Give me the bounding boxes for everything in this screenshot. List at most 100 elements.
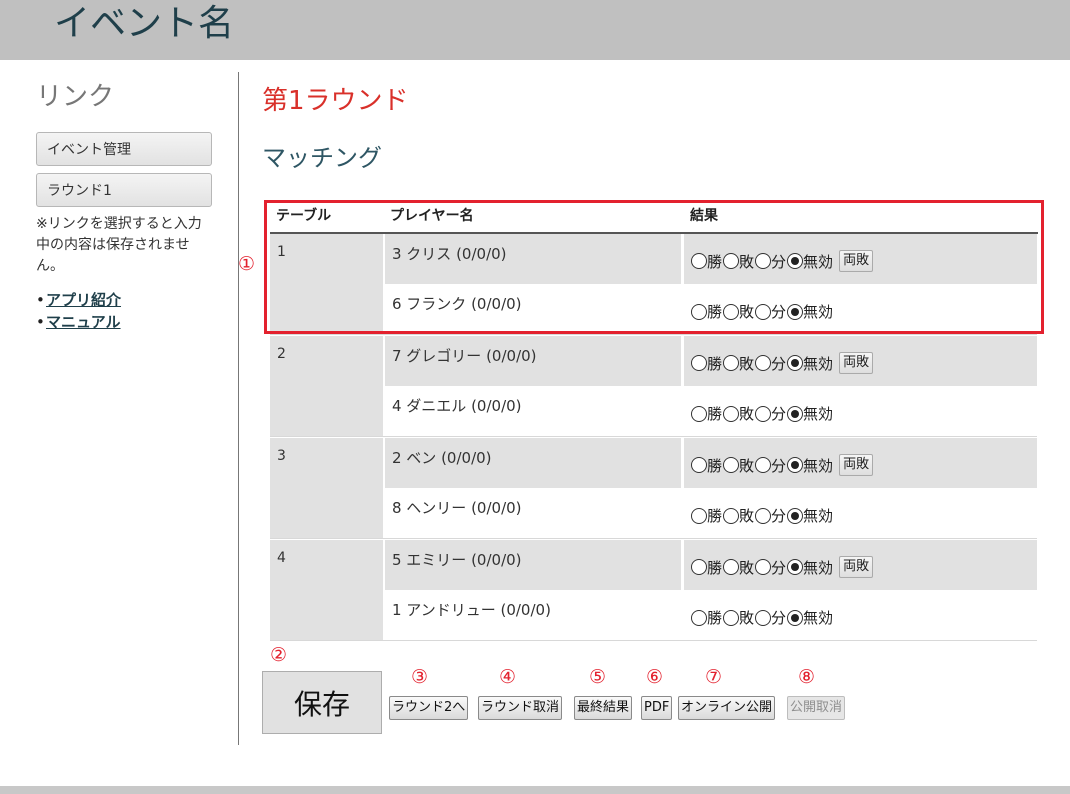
result-radio[interactable] [691,355,707,371]
result-radio[interactable] [723,507,740,524]
result-radio[interactable] [691,609,707,626]
pdf-button[interactable]: PDF [641,696,673,720]
result-radio[interactable] [691,559,707,575]
event-management-button[interactable]: イベント管理 [36,132,212,166]
save-button[interactable]: 保存 [262,671,382,734]
result-radio[interactable] [723,609,740,626]
result-radio[interactable] [723,355,740,371]
group-separator [270,334,1037,335]
player-name: 8 ヘンリー (0/0/0) [392,499,522,517]
round1-button[interactable]: ラウンド1 [36,173,212,207]
result-option-label: 無効 [803,609,834,627]
result-option-label: 勝 [707,456,723,475]
result-option-label: 勝 [707,558,723,577]
result-radio-group: 勝敗分無効 両敗 [690,352,874,374]
sidebar: リンク イベント管理 ラウンド1 ※リンクを選択すると入力中の内容は保存されませ… [36,80,216,333]
result-option-label: 分 [771,456,787,475]
bullet-icon: • [36,291,45,309]
result-radio[interactable] [787,507,804,524]
result-radio[interactable] [787,405,804,422]
result-radio-group: 勝敗分無効 両敗 [690,556,874,578]
result-option-label: 分 [771,609,787,627]
result-option-label: 敗 [739,609,755,627]
result-option-label: 敗 [739,354,755,373]
app-intro-link[interactable]: アプリ紹介 [46,291,121,309]
result-option-label: 分 [771,558,787,577]
annotation-marker-5: ⑤ [589,666,607,688]
list-item: • マニュアル [36,311,216,333]
result-radio[interactable] [755,457,772,473]
result-radio[interactable] [755,507,772,524]
sidebar-heading: リンク [36,82,115,112]
group-separator [270,640,1037,641]
annotation-marker-3: ③ [411,666,429,688]
result-radio[interactable] [755,559,772,575]
result-option-label: 敗 [739,456,755,475]
list-item: • アプリ紹介 [36,289,216,311]
result-radio[interactable] [755,405,772,422]
result-option-label: 敗 [739,405,755,423]
next-round-button[interactable]: ラウンド2へ [389,696,469,720]
result-radio[interactable] [755,355,772,371]
annotation-marker-7: ⑦ [705,666,723,688]
final-results-button[interactable]: 最終結果 [574,696,633,720]
result-option-label: 勝 [707,507,723,525]
unsaved-warning-note: ※リンクを選択すると入力中の内容は保存されません。 [36,216,202,274]
table-number: 4 [277,550,286,566]
player-name: 7 グレゴリー (0/0/0) [392,347,537,365]
matching-section-title: マッチング [262,144,382,172]
result-radio[interactable] [787,457,804,473]
annotation-highlight-box [264,200,1044,334]
result-radio[interactable] [755,609,772,626]
both-lose-button[interactable]: 両敗 [839,352,874,374]
result-radio[interactable] [691,405,707,422]
result-radio[interactable] [787,609,804,626]
publish-online-button[interactable]: オンライン公開 [678,696,776,720]
manual-link[interactable]: マニュアル [46,313,121,331]
table-number: 2 [277,346,286,362]
bullet-icon: • [36,313,45,331]
result-option-label: 分 [771,354,787,373]
result-option-label: 敗 [739,507,755,525]
result-radio-group: 勝敗分無効 [690,607,833,628]
result-option-label: 無効 [803,456,834,475]
player-name: 4 ダニエル (0/0/0) [392,397,522,415]
result-radio[interactable] [787,559,804,575]
result-radio[interactable] [723,405,740,422]
result-radio[interactable] [723,457,740,473]
result-option-label: 勝 [707,609,723,627]
result-radio-group: 勝敗分無効 [690,403,833,424]
top-header-bar: イベント名 [0,0,1070,60]
annotation-marker-6: ⑥ [646,666,664,688]
annotation-marker-8: ⑧ [798,666,816,688]
unpublish-button: 公開取消 [787,696,846,720]
result-option-label: 分 [771,405,787,423]
result-option-label: 勝 [707,405,723,423]
group-separator [270,436,1037,437]
both-lose-button[interactable]: 両敗 [839,454,874,476]
result-option-label: 無効 [803,558,834,577]
result-option-label: 無効 [803,354,834,373]
event-title: イベント名 [54,3,235,44]
result-option-label: 勝 [707,354,723,373]
player-name: 2 ベン (0/0/0) [392,449,492,467]
sidebar-divider [238,72,239,745]
player-name: 1 アンドリュー (0/0/0) [392,601,551,619]
result-radio[interactable] [787,355,804,371]
group-separator [270,538,1037,539]
table-number-cell [270,438,383,538]
result-radio[interactable] [691,457,707,473]
annotation-marker-2: ② [270,644,288,666]
table-number-cell [270,540,383,640]
annotation-marker-4: ④ [499,666,517,688]
annotation-marker-1: ① [238,253,256,275]
result-radio[interactable] [723,559,740,575]
cancel-round-button[interactable]: ラウンド取消 [478,696,563,720]
bottom-bar [0,786,1070,794]
result-option-label: 分 [771,507,787,525]
player-name: 5 エミリー (0/0/0) [392,551,522,569]
result-option-label: 敗 [739,558,755,577]
result-radio-group: 勝敗分無効 [690,505,833,526]
result-radio[interactable] [691,507,707,524]
both-lose-button[interactable]: 両敗 [839,556,874,578]
